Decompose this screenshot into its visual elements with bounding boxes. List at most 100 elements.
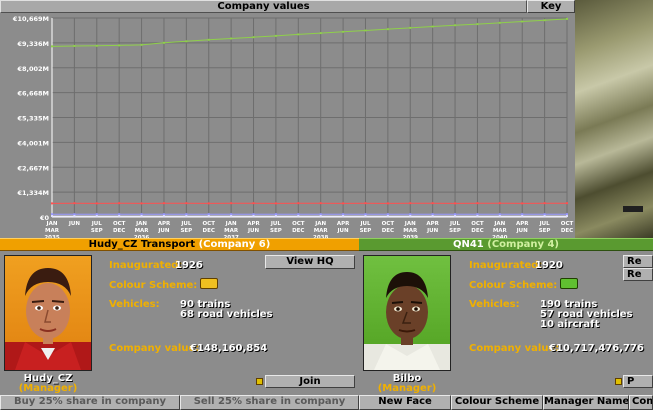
x-tick-label: JAN xyxy=(314,221,326,227)
data-point xyxy=(342,202,345,205)
data-point xyxy=(73,215,76,218)
x-tick-label: APR xyxy=(516,221,529,227)
data-point xyxy=(409,26,412,29)
data-point xyxy=(498,215,501,218)
data-point xyxy=(566,17,568,20)
view-hq-label: View HQ xyxy=(286,256,334,267)
x-tick-label: JAN xyxy=(135,221,147,227)
left-vehicles-label: Vehicles: xyxy=(109,299,160,310)
y-tick-label: €9,336M xyxy=(16,40,49,48)
x-tick-label: DEC xyxy=(382,228,394,234)
data-point xyxy=(342,215,345,218)
x-tick-label: JUL xyxy=(91,221,103,227)
right-re-button-2[interactable]: Re xyxy=(623,268,653,281)
right-re-button-1[interactable]: Re xyxy=(623,255,653,268)
x-tick-label: MAR xyxy=(403,228,418,234)
sell-share-button[interactable]: Sell 25% share in company xyxy=(180,395,359,410)
right-colour-scheme-label: Colour Scheme: xyxy=(469,280,558,291)
left-manager-title: (Manager) xyxy=(18,383,78,394)
new-face-button[interactable]: New Face xyxy=(359,395,451,410)
y-tick-label: €6,668M xyxy=(16,90,49,98)
right-manager-face xyxy=(363,255,451,371)
x-tick-label: JUN xyxy=(157,228,170,234)
data-point xyxy=(543,213,546,216)
right-p-button[interactable]: P xyxy=(623,375,653,388)
y-tick-label: €10,669M xyxy=(12,15,49,23)
left-company-header[interactable]: Hudy_CZ Transport (Company 6) xyxy=(0,238,359,251)
data-point xyxy=(386,213,389,216)
data-point xyxy=(521,20,524,23)
data-point xyxy=(476,23,479,26)
view-hq-button[interactable]: View HQ xyxy=(265,255,355,269)
data-point xyxy=(319,215,322,218)
x-tick-label: OCT xyxy=(561,221,574,227)
data-point xyxy=(454,202,457,205)
company-name-button-label: Com xyxy=(632,396,652,407)
x-tick-label: DEC xyxy=(203,228,215,234)
left-manager-portrait-icon xyxy=(5,268,91,370)
data-point xyxy=(409,202,412,205)
right-company-value-label: Company value: xyxy=(469,343,560,354)
data-point xyxy=(454,24,457,27)
right-manager-portrait-icon xyxy=(364,272,450,370)
right-company-number: (Company 4) xyxy=(487,239,560,250)
data-point xyxy=(543,202,546,205)
buy-share-button[interactable]: Buy 25% share in company xyxy=(0,395,180,410)
data-point xyxy=(230,213,233,216)
company-values-chart: €10,669M €9,336M €8,002M €6,668M €5,335M €4,0… xyxy=(12,15,574,238)
data-point xyxy=(51,45,53,48)
key-button[interactable]: Key xyxy=(527,0,575,13)
data-point xyxy=(498,21,501,24)
data-point xyxy=(207,215,210,218)
data-point xyxy=(476,202,479,205)
data-point xyxy=(230,37,233,40)
data-point xyxy=(498,213,501,216)
x-tick-label: SEP xyxy=(180,228,192,234)
right-company-header[interactable]: QN41 (Company 4) xyxy=(359,238,653,251)
data-point xyxy=(118,215,121,218)
company-name-button[interactable]: Com xyxy=(629,395,653,410)
colour-scheme-button[interactable]: Colour Scheme xyxy=(451,395,543,410)
data-point xyxy=(252,215,255,218)
data-point xyxy=(162,202,165,205)
series-line-0 xyxy=(51,18,568,47)
data-point xyxy=(386,202,389,205)
data-point xyxy=(185,202,188,205)
data-point xyxy=(162,213,165,216)
data-point xyxy=(207,202,210,205)
data-point xyxy=(140,202,143,205)
data-point xyxy=(297,33,300,36)
join-label: Join xyxy=(299,376,321,387)
data-point xyxy=(274,34,277,37)
data-point xyxy=(95,44,98,47)
data-point xyxy=(364,202,367,205)
data-point xyxy=(95,213,98,216)
graph-title-bar[interactable]: Company values xyxy=(0,0,527,13)
x-tick-label: MAR xyxy=(135,228,150,234)
left-lock-icon xyxy=(256,378,263,385)
manager-name-button[interactable]: Manager Name xyxy=(543,395,629,410)
data-point xyxy=(543,215,546,218)
y-tick-label: €5,335M xyxy=(16,115,49,123)
data-point xyxy=(386,215,389,218)
x-tick-label: JUN xyxy=(516,228,529,234)
right-inaugurated-value: 1920 xyxy=(535,260,563,271)
y-tick-label: €8,002M xyxy=(16,65,49,73)
manager-name-button-label: Manager Name xyxy=(544,396,629,407)
join-button[interactable]: Join xyxy=(265,375,355,388)
data-point xyxy=(118,213,121,216)
x-tick-label: JUN xyxy=(426,228,439,234)
data-point xyxy=(476,215,479,218)
data-point xyxy=(274,213,277,216)
data-point xyxy=(319,32,322,35)
data-point xyxy=(51,202,53,205)
x-tick-label: JAN xyxy=(404,221,416,227)
left-colour-scheme-label: Colour Scheme: xyxy=(109,280,198,291)
map-terrain[interactable] xyxy=(575,0,653,238)
data-point xyxy=(297,213,300,216)
data-point xyxy=(185,213,188,216)
right-p-button-label: P xyxy=(627,376,635,387)
left-colour-scheme-bus-icon xyxy=(200,278,218,289)
x-tick-label: MAR xyxy=(493,228,508,234)
data-point xyxy=(95,202,98,205)
